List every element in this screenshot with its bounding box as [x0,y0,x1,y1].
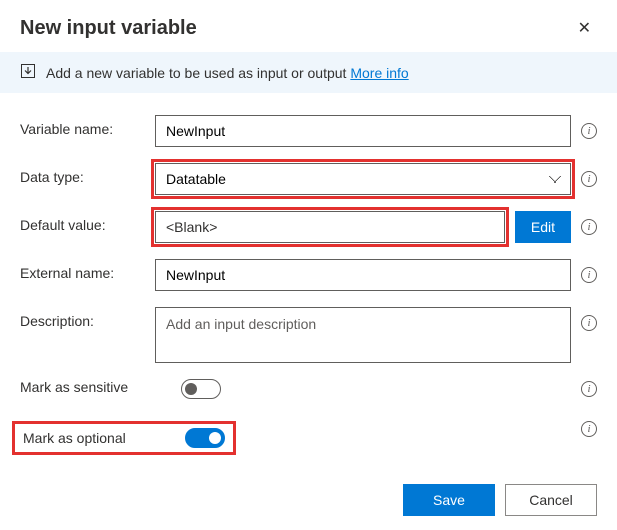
row-mark-sensitive: Mark as sensitive i [20,379,597,399]
row-external-name: External name: i [20,259,597,291]
row-variable-name: Variable name: i [20,115,597,147]
default-value-text: <Blank> [166,219,217,235]
info-bar-text: Add a new variable to be used as input o… [46,65,409,81]
toggle-knob [209,432,221,444]
close-icon: ✕ [578,20,591,37]
data-type-select[interactable]: Datatable [155,163,571,195]
label-data-type: Data type: [20,163,155,185]
label-description: Description: [20,307,155,329]
form-body: Variable name: i Data type: Datatable i … [0,93,617,475]
info-icon[interactable]: i [581,421,597,437]
mark-optional-toggle[interactable] [185,428,225,448]
external-name-input[interactable] [155,259,571,291]
dialog-title: New input variable [20,17,197,40]
default-value-box: <Blank> [155,211,505,243]
row-default-value: Default value: <Blank> Edit i [20,211,597,243]
label-mark-sensitive: Mark as sensitive [20,379,180,395]
new-input-variable-dialog: New input variable ✕ Add a new variable … [0,0,617,530]
edit-default-value-button[interactable]: Edit [515,211,571,243]
info-bar-message: Add a new variable to be used as input o… [46,65,350,81]
label-variable-name: Variable name: [20,115,155,137]
dialog-header: New input variable ✕ [0,0,617,52]
info-icon[interactable]: i [581,123,597,139]
label-mark-optional: Mark as optional [23,430,175,446]
mark-optional-highlight: Mark as optional [12,421,236,455]
row-mark-optional: Mark as optional i [20,421,597,455]
info-icon[interactable]: i [581,315,597,331]
row-description: Description: i [20,307,597,363]
toggle-knob [185,383,197,395]
row-data-type: Data type: Datatable i [20,163,597,195]
close-button[interactable]: ✕ [572,14,597,42]
more-info-link[interactable]: More info [350,65,408,81]
variable-name-input[interactable] [155,115,571,147]
label-external-name: External name: [20,259,155,281]
import-icon [20,63,36,82]
info-icon[interactable]: i [581,219,597,235]
info-icon[interactable]: i [581,171,597,187]
info-bar: Add a new variable to be used as input o… [0,52,617,93]
info-icon[interactable]: i [581,267,597,283]
save-button[interactable]: Save [403,484,495,516]
mark-sensitive-toggle[interactable] [181,379,221,399]
label-default-value: Default value: [20,211,155,233]
dialog-footer: Save Cancel [403,484,597,516]
cancel-button[interactable]: Cancel [505,484,597,516]
description-textarea[interactable] [155,307,571,363]
info-icon[interactable]: i [581,381,597,397]
